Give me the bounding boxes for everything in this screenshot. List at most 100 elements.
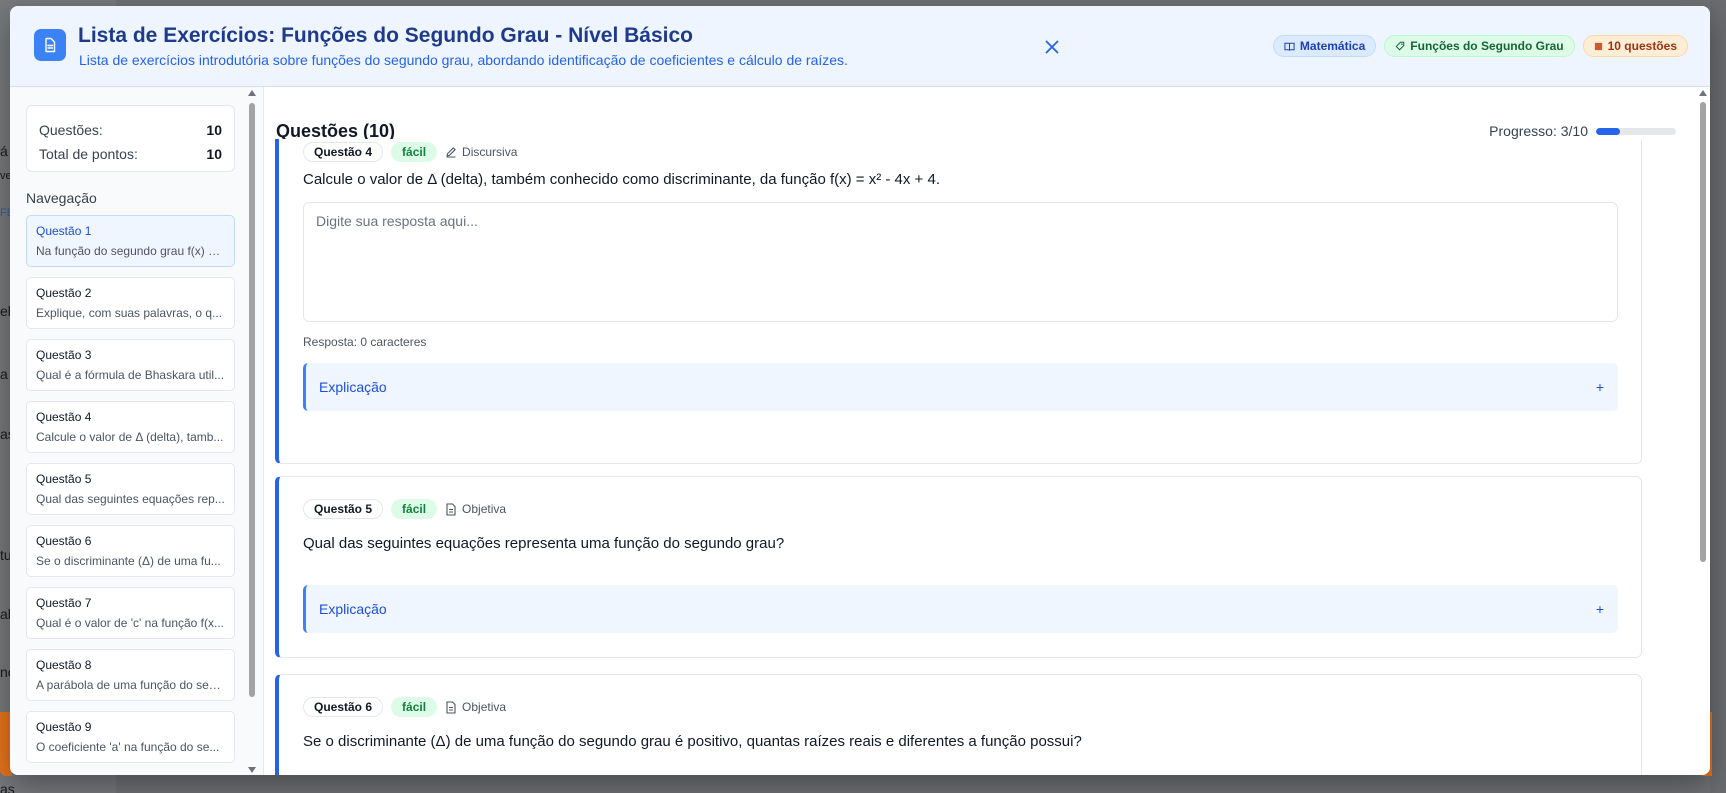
- modal-header: Lista de Exercícios: Funções do Segundo …: [10, 6, 1710, 87]
- questions-scrollbar[interactable]: [1698, 87, 1708, 775]
- nav-item-question-4[interactable]: Questão 4 Calcule o valor de Δ (delta), …: [26, 401, 235, 453]
- question-meta: Questão 5 fácil Objetiva: [303, 499, 506, 519]
- nav-item-label: Questão 2: [36, 286, 92, 300]
- navigation-sidebar: Questões: 10 Total de pontos: 10 Navegaç…: [10, 87, 264, 775]
- nav-item-question-8[interactable]: Questão 8 A parábola de uma função do se…: [26, 649, 235, 701]
- nav-item-preview: Qual é o valor de 'c' na função f(x...: [36, 616, 225, 630]
- scroll-up-arrow-icon[interactable]: [1699, 90, 1707, 96]
- question-text: Calcule o valor de Δ (delta), também con…: [303, 171, 940, 188]
- nav-item-preview: O coeficiente 'a' na função do se...: [36, 740, 220, 754]
- nav-item-question-6[interactable]: Questão 6 Se o discriminante (Δ) de uma …: [26, 525, 235, 577]
- nav-item-question-7[interactable]: Questão 7 Qual é o valor de 'c' na funçã…: [26, 587, 235, 639]
- modal-title: Lista de Exercícios: Funções do Segundo …: [78, 24, 693, 47]
- nav-item-label: Questão 4: [36, 410, 92, 424]
- document-icon: [34, 29, 66, 61]
- nav-item-question-5[interactable]: Questão 5 Qual das seguintes equações re…: [26, 463, 235, 515]
- navigation-list: Questão 1 Na função do segundo grau f(x)…: [26, 215, 235, 773]
- nav-item-preview: Calcule o valor de Δ (delta), tamb...: [36, 430, 224, 444]
- answer-textarea[interactable]: [303, 202, 1618, 322]
- questions-panel: Questões (10) Progresso: 3/10 Questão 4 …: [265, 87, 1710, 775]
- nav-item-preview: A parábola de uma função do seg...: [36, 678, 225, 692]
- expand-plus-icon: +: [1595, 379, 1604, 395]
- question-number: Questão 6: [303, 697, 384, 717]
- stat-points-label: Total de pontos:: [39, 146, 138, 162]
- book-icon: [1284, 42, 1295, 51]
- explanation-label: Explicação: [319, 379, 387, 395]
- nav-item-label: Questão 1: [36, 224, 92, 238]
- stat-questions: Questões: 10: [39, 118, 222, 142]
- explanation-toggle[interactable]: Explicação +: [303, 585, 1618, 633]
- nav-item-label: Questão 5: [36, 472, 92, 486]
- stat-questions-label: Questões:: [39, 122, 103, 138]
- explanation-toggle[interactable]: Explicação +: [303, 363, 1618, 411]
- subject-badge: Matemática: [1272, 35, 1377, 57]
- nav-item-preview: Qual das seguintes equações rep...: [36, 492, 225, 506]
- questions-scroll-thumb[interactable]: [1700, 102, 1706, 562]
- document-icon: [446, 700, 456, 714]
- navigation-title: Navegação: [26, 190, 97, 206]
- nav-item-question-1[interactable]: Questão 1 Na função do segundo grau f(x)…: [26, 215, 235, 267]
- question-count-badge: 10 questões: [1582, 35, 1688, 57]
- topic-badge: Funções do Segundo Grau: [1384, 35, 1575, 57]
- background-text: as: [0, 781, 15, 793]
- exercise-list-modal: Lista de Exercícios: Funções do Segundo …: [10, 6, 1710, 775]
- progress-label: Progresso: 3/10: [1489, 123, 1588, 139]
- nav-item-preview: Na função do segundo grau f(x) =...: [36, 244, 225, 258]
- stats-card: Questões: 10 Total de pontos: 10: [26, 105, 235, 172]
- stat-points-value: 10: [206, 146, 222, 162]
- nav-item-label: Questão 6: [36, 534, 92, 548]
- question-type-label: Objetiva: [462, 502, 507, 516]
- progress-indicator: Progresso: 3/10: [1489, 123, 1676, 139]
- modal-subtitle: Lista de exercícios introdutória sobre f…: [79, 52, 848, 68]
- difficulty-badge: fácil: [391, 499, 438, 519]
- sidebar-scrollbar[interactable]: [247, 87, 257, 775]
- progress-bar: [1596, 127, 1676, 135]
- expand-plus-icon: +: [1595, 601, 1604, 617]
- question-count-label: 10 questões: [1607, 39, 1677, 53]
- header-badges: Matemática Funções do Segundo Grau 10 qu…: [1272, 35, 1688, 57]
- explanation-label: Explicação: [319, 601, 387, 617]
- scroll-up-arrow-icon[interactable]: [248, 90, 256, 96]
- nav-item-label: Questão 3: [36, 348, 92, 362]
- difficulty-badge: fácil: [391, 697, 438, 717]
- question-meta: Questão 6 fácil Objetiva: [303, 697, 506, 717]
- question-number: Questão 4: [303, 142, 384, 162]
- nav-item-preview: Se o discriminante (Δ) de uma fu...: [36, 554, 221, 568]
- close-button[interactable]: [1041, 36, 1063, 58]
- background-text: a: [0, 366, 8, 382]
- progress-bar-fill: [1596, 127, 1620, 135]
- stat-points: Total de pontos: 10: [39, 142, 222, 166]
- question-type: Objetiva: [445, 502, 506, 516]
- question-card: Questão 6 fácil Objetiva Se o discrimina…: [275, 674, 1642, 775]
- question-card: Questão 5 fácil Objetiva Qual das seguin…: [275, 476, 1642, 658]
- question-text: Qual das seguintes equações representa u…: [303, 535, 785, 552]
- question-type: Objetiva: [445, 700, 506, 714]
- nav-item-label: Questão 9: [36, 720, 92, 734]
- nav-item-label: Questão 8: [36, 658, 92, 672]
- square-icon: [1594, 42, 1602, 50]
- scroll-down-arrow-icon[interactable]: [248, 767, 256, 773]
- close-icon: [1045, 40, 1059, 54]
- nav-item-label: Questão 7: [36, 596, 92, 610]
- question-card: Questão 4 fácil Discursiva Calcule o val…: [275, 139, 1642, 464]
- question-number: Questão 5: [303, 499, 384, 519]
- question-meta: Questão 4 fácil Discursiva: [303, 142, 517, 162]
- background-right-strip: [1710, 0, 1726, 793]
- question-type: Discursiva: [445, 145, 517, 159]
- topic-badge-label: Funções do Segundo Grau: [1410, 39, 1564, 53]
- question-type-label: Objetiva: [462, 700, 507, 714]
- background-text: á: [0, 143, 8, 159]
- answer-char-count: Resposta: 0 caracteres: [303, 335, 427, 349]
- nav-item-question-2[interactable]: Questão 2 Explique, com suas palavras, o…: [26, 277, 235, 329]
- tag-icon: [1395, 41, 1405, 51]
- nav-item-preview: Explique, com suas palavras, o q...: [36, 306, 223, 320]
- document-icon: [446, 502, 456, 516]
- nav-item-preview: Qual é a fórmula de Bhaskara util...: [36, 368, 225, 382]
- question-type-label: Discursiva: [462, 145, 518, 159]
- difficulty-badge: fácil: [391, 142, 438, 162]
- nav-item-question-9[interactable]: Questão 9 O coeficiente 'a' na função do…: [26, 711, 235, 763]
- subject-badge-label: Matemática: [1299, 39, 1366, 53]
- sidebar-scroll-thumb[interactable]: [249, 103, 255, 697]
- nav-item-question-3[interactable]: Questão 3 Qual é a fórmula de Bhaskara u…: [26, 339, 235, 391]
- question-text: Se o discriminante (Δ) de uma função do …: [303, 733, 1082, 750]
